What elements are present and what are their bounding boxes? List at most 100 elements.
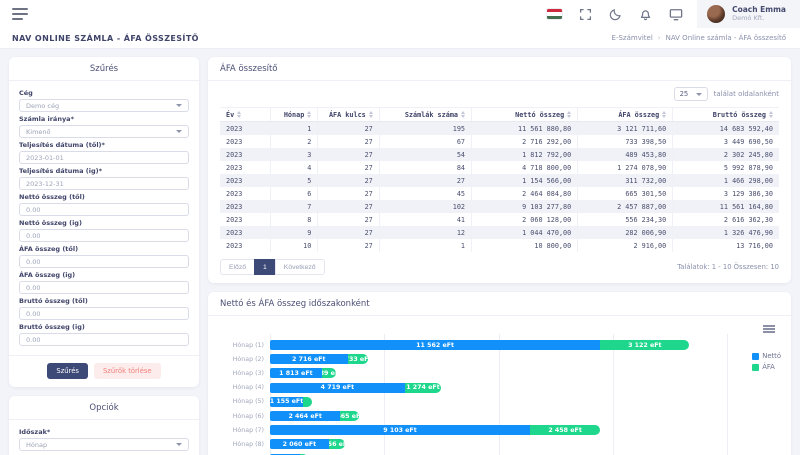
- pagination: Előző 1 Következő: [220, 259, 325, 275]
- table-row[interactable]: 2023 8 27 41 2 060 128,00 556 234,30 2 616 362…: [220, 213, 779, 226]
- table-row[interactable]: 2023 10 27 1 10 800,00 2 916,00 13 716,00: [220, 239, 779, 252]
- hamburger-menu-icon[interactable]: [12, 8, 28, 20]
- page-title: NAV ONLINE SZÁMLA - ÁFA ÖSSZESÍTŐ: [12, 33, 199, 43]
- column-header[interactable]: ÁFA kulcs: [317, 107, 380, 122]
- table-cell: 2023: [226, 189, 243, 198]
- fullscreen-icon[interactable]: [579, 8, 592, 21]
- column-header-label: Számlák száma: [404, 110, 459, 119]
- table-cell: 282 006,90: [577, 226, 673, 239]
- fulfillment-date-from-input[interactable]: 2023-01-01: [19, 151, 189, 164]
- column-header[interactable]: Bruttó összeg: [672, 107, 779, 122]
- chart-bar-segment-nettó[interactable]: 4 719 eFt: [270, 382, 405, 393]
- column-header[interactable]: Számlák száma: [378, 107, 472, 122]
- chart-bar-segment-nettó[interactable]: 1 155 eFt: [270, 396, 303, 407]
- sort-icon[interactable]: [662, 111, 667, 118]
- chart-area: Hónap (1) 11 562 eFt 3 122 eFt Hónap (2) 2 7…: [208, 316, 791, 455]
- invoice-direction-label: Számla iránya*: [19, 115, 74, 123]
- breadcrumb-item[interactable]: NAV Online számla - ÁFA összesítő: [666, 34, 786, 42]
- table-cell: 14 683 592,40: [672, 121, 779, 135]
- chart-bar-segment-nettó[interactable]: 9 103 eFt: [270, 425, 530, 436]
- legend-item-nettó[interactable]: Nettó: [752, 352, 781, 360]
- chart-bar-row: Hónap (7) 9 103 eFt 2 458 eFt: [233, 423, 727, 437]
- chart-menu-icon[interactable]: [763, 325, 775, 333]
- per-page-select[interactable]: 25: [673, 87, 708, 101]
- table-row[interactable]: 2023 4 27 84 4 718 800,00 1 274 078,90 5 992 8…: [220, 161, 779, 174]
- chart-gridline: [727, 334, 728, 455]
- chart-bar-segment-áfa[interactable]: 3 122 eFt: [600, 340, 690, 351]
- legend-label: Nettó: [762, 352, 781, 360]
- column-header[interactable]: Hónap: [269, 107, 318, 122]
- chart-bar-label: 3 122 eFt: [628, 341, 662, 349]
- chart-bar-segment-áfa[interactable]: 489 eFt: [321, 368, 336, 379]
- chart-bar-label: 1 155 eFt: [270, 398, 303, 406]
- chart-category-label: Hónap (6): [232, 412, 264, 420]
- chart-bar-segment-nettó[interactable]: 2 060 eFt: [270, 439, 329, 450]
- table-row[interactable]: 2023 3 27 54 1 812 792,00 489 453,80 2 302 245…: [220, 148, 779, 161]
- table-cell: 12: [378, 226, 472, 239]
- column-header[interactable]: Év: [220, 107, 271, 122]
- notifications-bell-icon[interactable]: [639, 8, 652, 21]
- vat-amount-from-input[interactable]: 0.00: [19, 255, 189, 268]
- table-cell: 2023: [220, 148, 271, 161]
- fulfillment-date-to-input[interactable]: 2023-12-31: [19, 177, 189, 190]
- legend-label: ÁFA: [762, 363, 775, 371]
- net-amount-to-value: 0.00: [26, 231, 41, 240]
- table-row[interactable]: 2023 7 27 102 9 103 277,80 2 457 887,00 11 561…: [220, 200, 779, 213]
- table-cell: 489 453,80: [577, 148, 673, 161]
- table-cell: 27: [317, 239, 380, 252]
- table-header-row: Év Hónap ÁFA kulcs Számlák száma Nettó össze…: [220, 107, 779, 122]
- filter-clear-button[interactable]: Szűrők törlése: [93, 363, 161, 379]
- dark-mode-moon-icon[interactable]: [609, 8, 622, 21]
- company-select[interactable]: Demo cég: [19, 99, 189, 112]
- fulfillment-date-from-value: 2023-01-01: [26, 153, 64, 162]
- chart-bar-segment-nettó[interactable]: 11 562 eFt: [270, 340, 601, 351]
- filter-apply-button[interactable]: Szűrés: [47, 363, 88, 379]
- display-monitor-icon[interactable]: [669, 8, 683, 21]
- chart-bar-segment-áfa[interactable]: 556 eFt: [328, 439, 345, 450]
- chart-bar-segment-nettó[interactable]: 2 464 eFt: [270, 411, 341, 422]
- pagination-page-1-button[interactable]: 1: [254, 259, 276, 275]
- chart-bar-segment-áfa[interactable]: 2 458 eFt: [530, 425, 601, 436]
- table-row[interactable]: 2023 2 27 67 2 716 292,00 733 398,50 3 449 690…: [220, 135, 779, 148]
- chart-bar-label: 2 464 eFt: [288, 412, 322, 420]
- user-org: Demó Kft.: [732, 13, 765, 22]
- fulfillment-date-from-label: Teljesítés dátuma (től)*: [19, 141, 105, 149]
- sort-icon[interactable]: [368, 111, 373, 118]
- column-header[interactable]: Nettó összeg: [471, 107, 578, 122]
- chart-bar-segment-áfa[interactable]: 1 274 eFt: [404, 382, 442, 393]
- sort-icon[interactable]: [237, 111, 242, 118]
- hungarian-flag-icon[interactable]: [547, 9, 563, 19]
- vat-amount-to-input[interactable]: 0.00: [19, 281, 189, 294]
- chart-bar-segment-áfa[interactable]: [302, 396, 312, 407]
- net-amount-from-input[interactable]: 0.00: [19, 203, 189, 216]
- chart-bar-segment-áfa[interactable]: 733 eFt: [347, 354, 369, 365]
- gross-amount-to-input[interactable]: 0.00: [19, 333, 189, 346]
- table-cell: 2023: [220, 174, 271, 187]
- sort-icon[interactable]: [307, 111, 312, 118]
- gross-amount-from-input[interactable]: 0.00: [19, 307, 189, 320]
- sort-icon[interactable]: [567, 111, 572, 118]
- chart-category-label: Hónap (8): [232, 440, 264, 448]
- table-row[interactable]: 2023 9 27 12 1 044 470,00 282 006,90 1 326 476…: [220, 226, 779, 239]
- sort-icon[interactable]: [769, 111, 773, 118]
- legend-item-áfa[interactable]: ÁFA: [752, 363, 781, 371]
- sort-icon[interactable]: [461, 111, 466, 118]
- column-header[interactable]: ÁFA összeg: [577, 107, 673, 122]
- pagination-next-button[interactable]: Következő: [274, 259, 325, 275]
- period-select[interactable]: Hónap: [19, 438, 189, 451]
- invoice-direction-select[interactable]: Kimenő: [19, 125, 189, 138]
- chevron-down-icon: [176, 443, 182, 446]
- table-row[interactable]: 2023 5 27 27 1 154 566,00 311 732,00 1 466 298…: [220, 174, 779, 187]
- chart-bar-label: 489 eFt: [321, 369, 336, 377]
- net-amount-to-input[interactable]: 0.00: [19, 229, 189, 242]
- chart-bar-label: 2 060 eFt: [282, 440, 317, 448]
- chart-bar-segment-nettó[interactable]: 1 813 eFt: [270, 368, 322, 379]
- breadcrumb-item[interactable]: E-Számvitel: [612, 34, 653, 42]
- chart-bar-segment-áfa[interactable]: 665 eFt: [340, 411, 360, 422]
- pagination-prev-button[interactable]: Előző: [220, 259, 256, 275]
- table-row[interactable]: 2023 6 27 45 2 464 084,80 665 301,50 3 129 386…: [220, 187, 779, 200]
- user-menu[interactable]: Coach Emma Demó Kft.: [697, 0, 800, 28]
- chart-bar-segment-nettó[interactable]: 2 716 eFt: [270, 354, 348, 365]
- table-row[interactable]: 2023 1 27 195 11 561 880,80 3 121 711,60 14 68…: [220, 121, 779, 135]
- legend-swatch: [752, 363, 760, 371]
